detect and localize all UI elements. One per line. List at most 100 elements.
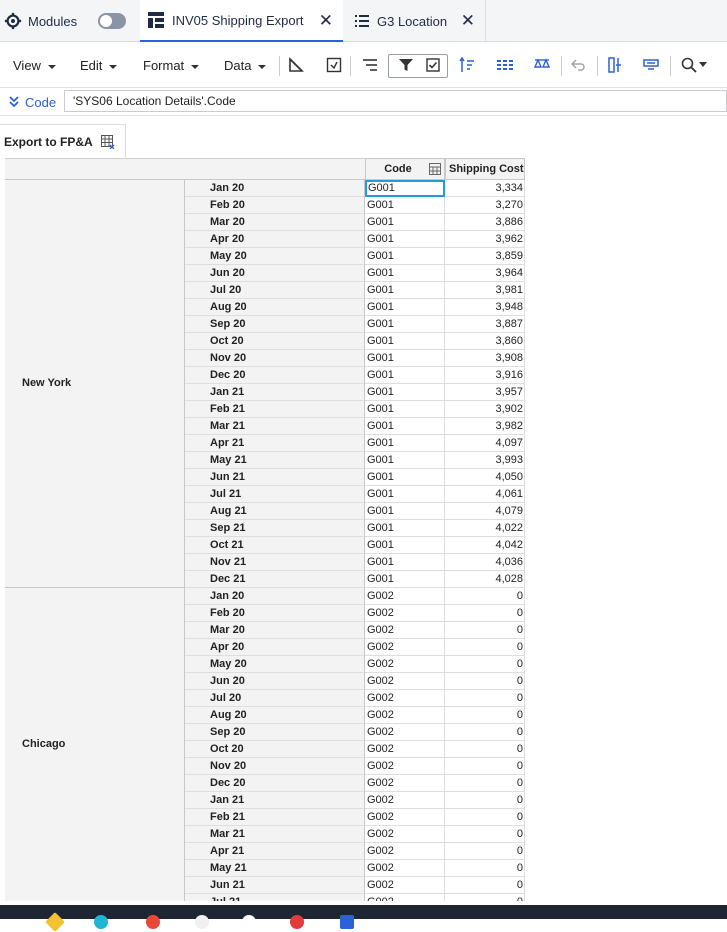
row-header-period[interactable]: Jun 20 bbox=[185, 673, 365, 690]
shipping-costs-cell[interactable]: 0 bbox=[445, 707, 525, 724]
code-cell[interactable]: G001 bbox=[365, 435, 445, 452]
column-icon[interactable] bbox=[606, 56, 624, 74]
code-cell[interactable]: G002 bbox=[365, 690, 445, 707]
shipping-costs-cell[interactable]: 3,962 bbox=[445, 231, 525, 248]
code-cell[interactable]: G001 bbox=[365, 469, 445, 486]
app-icon[interactable] bbox=[290, 915, 304, 929]
row-header-period[interactable]: Mar 21 bbox=[185, 826, 365, 843]
shipping-costs-cell[interactable]: 0 bbox=[445, 792, 525, 809]
row-header-period[interactable]: Nov 20 bbox=[185, 758, 365, 775]
code-cell[interactable]: G001 bbox=[365, 299, 445, 316]
shipping-costs-cell[interactable]: 4,050 bbox=[445, 469, 525, 486]
code-cell[interactable]: G001 bbox=[365, 571, 445, 588]
code-cell[interactable]: G002 bbox=[365, 605, 445, 622]
code-cell[interactable]: G001 bbox=[365, 282, 445, 299]
row-header-period[interactable]: Nov 21 bbox=[185, 554, 365, 571]
modules-toggle[interactable] bbox=[98, 13, 126, 29]
modules-menu[interactable]: Modules bbox=[0, 0, 134, 42]
row-header-period[interactable]: Apr 21 bbox=[185, 435, 365, 452]
code-cell[interactable]: G001 bbox=[365, 180, 445, 197]
shipping-costs-cell[interactable]: 4,028 bbox=[445, 571, 525, 588]
code-cell[interactable]: G001 bbox=[365, 197, 445, 214]
shipping-costs-cell[interactable]: 3,886 bbox=[445, 214, 525, 231]
shipping-costs-cell[interactable]: 3,887 bbox=[445, 316, 525, 333]
shipping-costs-cell[interactable]: 0 bbox=[445, 605, 525, 622]
shipping-costs-cell[interactable]: 3,964 bbox=[445, 265, 525, 282]
format-menu[interactable]: Format bbox=[143, 58, 200, 73]
sort-icon[interactable] bbox=[361, 56, 379, 74]
code-cell[interactable]: G001 bbox=[365, 350, 445, 367]
row-header-period[interactable]: Jun 20 bbox=[185, 265, 365, 282]
shipping-costs-cell[interactable]: 3,982 bbox=[445, 418, 525, 435]
view-menu[interactable]: View bbox=[13, 58, 56, 73]
shipping-costs-cell[interactable]: 0 bbox=[445, 877, 525, 894]
close-icon[interactable]: ✕ bbox=[461, 12, 475, 29]
row-header-period[interactable]: Feb 21 bbox=[185, 809, 365, 826]
column-header-code[interactable]: Code bbox=[365, 158, 445, 180]
code-cell[interactable]: G001 bbox=[365, 537, 445, 554]
shipping-costs-cell[interactable]: 0 bbox=[445, 622, 525, 639]
row-header-period[interactable]: Apr 20 bbox=[185, 231, 365, 248]
export-to-fpa-tab[interactable]: Export to FP&A bbox=[0, 124, 126, 158]
code-cell[interactable]: G001 bbox=[365, 520, 445, 537]
row-header-period[interactable]: Dec 20 bbox=[185, 367, 365, 384]
app-icon[interactable] bbox=[45, 912, 65, 932]
code-cell[interactable]: G002 bbox=[365, 775, 445, 792]
code-cell[interactable]: G002 bbox=[365, 860, 445, 877]
row-header-period[interactable]: Oct 20 bbox=[185, 741, 365, 758]
shipping-costs-cell[interactable]: 3,993 bbox=[445, 452, 525, 469]
code-cell[interactable]: G001 bbox=[365, 486, 445, 503]
sort-order-icon[interactable] bbox=[458, 56, 476, 74]
code-cell[interactable]: G001 bbox=[365, 214, 445, 231]
insert-icon[interactable] bbox=[325, 56, 343, 74]
shipping-costs-cell[interactable]: 0 bbox=[445, 656, 525, 673]
close-icon[interactable]: ✕ bbox=[319, 12, 333, 29]
app-icon[interactable] bbox=[242, 915, 256, 929]
column-header-shipping-costs[interactable]: Shipping Costs bbox=[445, 158, 525, 180]
code-cell[interactable]: G001 bbox=[365, 367, 445, 384]
undo-icon[interactable] bbox=[570, 56, 588, 74]
shipping-costs-cell[interactable]: 3,902 bbox=[445, 401, 525, 418]
shipping-costs-cell[interactable]: 0 bbox=[445, 588, 525, 605]
code-cell[interactable]: G002 bbox=[365, 656, 445, 673]
code-cell[interactable]: G002 bbox=[365, 673, 445, 690]
calculator-icon[interactable] bbox=[429, 163, 441, 175]
shipping-costs-cell[interactable]: 3,270 bbox=[445, 197, 525, 214]
shipping-costs-cell[interactable]: 4,022 bbox=[445, 520, 525, 537]
row-header-period[interactable]: Apr 21 bbox=[185, 843, 365, 860]
code-cell[interactable]: G001 bbox=[365, 316, 445, 333]
row-header-period[interactable]: Feb 20 bbox=[185, 605, 365, 622]
row-header-period[interactable]: Sep 21 bbox=[185, 520, 365, 537]
shipping-costs-cell[interactable]: 4,061 bbox=[445, 486, 525, 503]
data-menu[interactable]: Data bbox=[224, 58, 267, 73]
code-cell[interactable]: G002 bbox=[365, 588, 445, 605]
shipping-costs-cell[interactable]: 0 bbox=[445, 758, 525, 775]
shipping-costs-cell[interactable]: 0 bbox=[445, 639, 525, 656]
filter-icon[interactable] bbox=[397, 56, 415, 74]
code-cell[interactable]: G002 bbox=[365, 826, 445, 843]
checkbox-filter-icon[interactable] bbox=[424, 56, 442, 74]
shipping-costs-cell[interactable]: 3,860 bbox=[445, 333, 525, 350]
row-header-period[interactable]: Jan 21 bbox=[185, 792, 365, 809]
row-header-period[interactable]: Aug 20 bbox=[185, 707, 365, 724]
shipping-costs-cell[interactable]: 0 bbox=[445, 843, 525, 860]
code-cell[interactable]: G002 bbox=[365, 894, 445, 901]
code-cell[interactable]: G002 bbox=[365, 724, 445, 741]
code-cell[interactable]: G001 bbox=[365, 503, 445, 520]
row-header-period[interactable]: Jul 21 bbox=[185, 894, 365, 901]
row-header-period[interactable]: Jan 21 bbox=[185, 384, 365, 401]
row-header-period[interactable]: Oct 20 bbox=[185, 333, 365, 350]
code-cell[interactable]: G002 bbox=[365, 792, 445, 809]
code-cell[interactable]: G002 bbox=[365, 843, 445, 860]
code-cell[interactable]: G002 bbox=[365, 809, 445, 826]
row-header-period[interactable]: Mar 21 bbox=[185, 418, 365, 435]
shipping-costs-cell[interactable]: 3,957 bbox=[445, 384, 525, 401]
shipping-costs-cell[interactable]: 3,981 bbox=[445, 282, 525, 299]
row-header-period[interactable]: May 21 bbox=[185, 452, 365, 469]
row-header-period[interactable]: Sep 20 bbox=[185, 316, 365, 333]
shipping-costs-cell[interactable]: 4,036 bbox=[445, 554, 525, 571]
row-header-period[interactable]: Jan 20 bbox=[185, 180, 365, 197]
shipping-costs-cell[interactable]: 3,859 bbox=[445, 248, 525, 265]
code-cell[interactable]: G002 bbox=[365, 741, 445, 758]
shipping-costs-cell[interactable]: 0 bbox=[445, 826, 525, 843]
